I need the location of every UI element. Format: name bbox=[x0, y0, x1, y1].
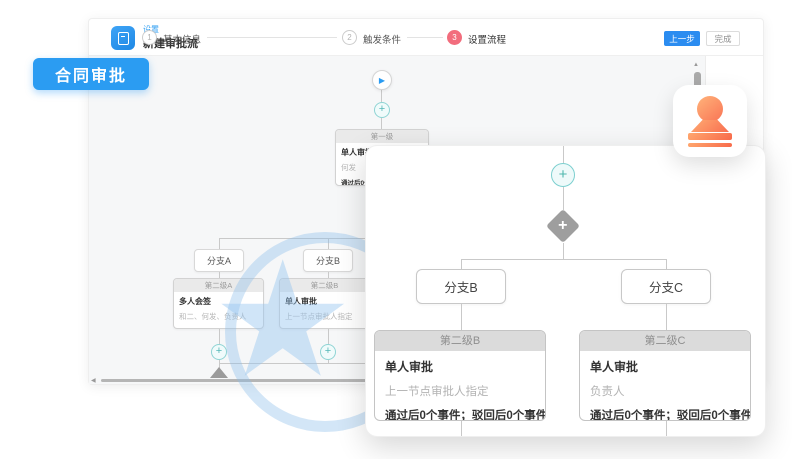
branch-a-node[interactable]: 分支A bbox=[194, 249, 244, 272]
zoom-detail-panel: + + 分支B 分支C 第二级B 单人审批 上一节点审批人指定 通过后0个事件；… bbox=[365, 145, 766, 437]
step-1-circle: 1 bbox=[142, 30, 157, 45]
scroll-up-icon[interactable]: ▲ bbox=[693, 62, 699, 68]
flow-line bbox=[461, 421, 462, 436]
flow-line bbox=[666, 421, 667, 436]
level2a-node-card[interactable]: 第二级A 多人会签 和二、何发、负责人 通过后0个事件；驳回后0个事件 bbox=[173, 278, 264, 329]
flow-line bbox=[461, 259, 666, 260]
node-approve-type: 单人审批 bbox=[285, 296, 364, 307]
step-2-label: 触发条件 bbox=[363, 32, 401, 46]
add-node-button[interactable]: + bbox=[551, 163, 575, 187]
node-card-title: 第一级 bbox=[336, 130, 428, 143]
step-3-label: 设置流程 bbox=[468, 32, 506, 46]
flow-line bbox=[381, 118, 382, 129]
flow-line bbox=[219, 329, 220, 344]
node-card-title: 第二级A bbox=[174, 279, 263, 292]
branch-b-node[interactable]: 分支B bbox=[303, 249, 353, 272]
stamp-icon bbox=[691, 120, 729, 132]
add-node-button[interactable]: + bbox=[374, 102, 390, 118]
add-node-button[interactable]: + bbox=[211, 344, 227, 360]
node-card-title: 第二级C bbox=[580, 331, 750, 351]
window-header: 设置 新建审批流 1 基本信息 2 触发条件 3 设置流程 上一步 完成 bbox=[89, 19, 763, 56]
branch-b-node[interactable]: 分支B bbox=[416, 269, 506, 304]
node-events: 通过后0个事件；驳回后0个事件 bbox=[590, 407, 740, 421]
node-approve-type: 单人审批 bbox=[385, 358, 535, 375]
page: 设置 新建审批流 1 基本信息 2 触发条件 3 设置流程 上一步 完成 ▶ +… bbox=[0, 0, 792, 459]
add-node-button[interactable]: + bbox=[320, 344, 336, 360]
flow-line bbox=[666, 304, 667, 330]
node-assignee: 负责人 bbox=[590, 383, 740, 399]
node-events: 通过后0个事件；驳回后0个事件 bbox=[385, 407, 535, 421]
stamp-card bbox=[673, 85, 747, 157]
node-card-title: 第二级B bbox=[280, 279, 369, 292]
level2b-node-card[interactable]: 第二级B 单人审批 上一节点审批人指定 通过后0个事件；驳回后0个事件 bbox=[374, 330, 546, 421]
add-branch-diamond-button[interactable]: + bbox=[546, 209, 580, 243]
flow-line bbox=[563, 146, 564, 163]
flow-line bbox=[219, 238, 220, 249]
flow-line bbox=[563, 243, 564, 259]
flow-line bbox=[666, 259, 667, 269]
node-assignee: 上一节点审批人指定 bbox=[285, 311, 364, 322]
step-3-circle: 3 bbox=[447, 30, 462, 45]
app-icon bbox=[111, 26, 135, 50]
start-node[interactable]: ▶ bbox=[372, 70, 392, 90]
step-2-circle: 2 bbox=[342, 30, 357, 45]
node-card-title: 第二级B bbox=[375, 331, 545, 351]
flow-line bbox=[328, 238, 329, 249]
node-approve-type: 单人审批 bbox=[590, 358, 740, 375]
flow-name-label: 合同审批 bbox=[33, 58, 149, 90]
level2b-node-card[interactable]: 第二级B 单人审批 上一节点审批人指定 通过后0个事件；驳回后0个事件 bbox=[279, 278, 370, 329]
step-1-label: 基本信息 bbox=[163, 32, 201, 46]
previous-step-button[interactable]: 上一步 bbox=[664, 31, 700, 46]
node-events: 通过后0个事件；驳回后0个事件 bbox=[285, 326, 364, 329]
stamp-icon bbox=[688, 143, 732, 147]
plus-icon: + bbox=[558, 217, 567, 235]
node-assignee: 和二、何发、负责人 bbox=[179, 311, 258, 322]
node-approve-type: 多人会签 bbox=[179, 296, 258, 307]
merge-end-marker bbox=[210, 367, 228, 378]
finish-button[interactable]: 完成 bbox=[706, 31, 740, 46]
level2c-node-card[interactable]: 第二级C 单人审批 负责人 通过后0个事件；驳回后0个事件 bbox=[579, 330, 751, 421]
stamp-icon bbox=[697, 96, 723, 122]
flow-line bbox=[461, 259, 462, 269]
flow-line bbox=[563, 187, 564, 210]
step-connector bbox=[407, 37, 443, 38]
scroll-left-icon[interactable]: ◀ bbox=[91, 377, 96, 384]
flow-line bbox=[381, 90, 382, 102]
stamp-icon bbox=[688, 133, 732, 140]
document-icon bbox=[118, 32, 129, 45]
flow-line bbox=[461, 304, 462, 330]
node-assignee: 上一节点审批人指定 bbox=[385, 383, 535, 399]
step-connector bbox=[207, 37, 337, 38]
flow-line bbox=[328, 329, 329, 344]
branch-c-node[interactable]: 分支C bbox=[621, 269, 711, 304]
